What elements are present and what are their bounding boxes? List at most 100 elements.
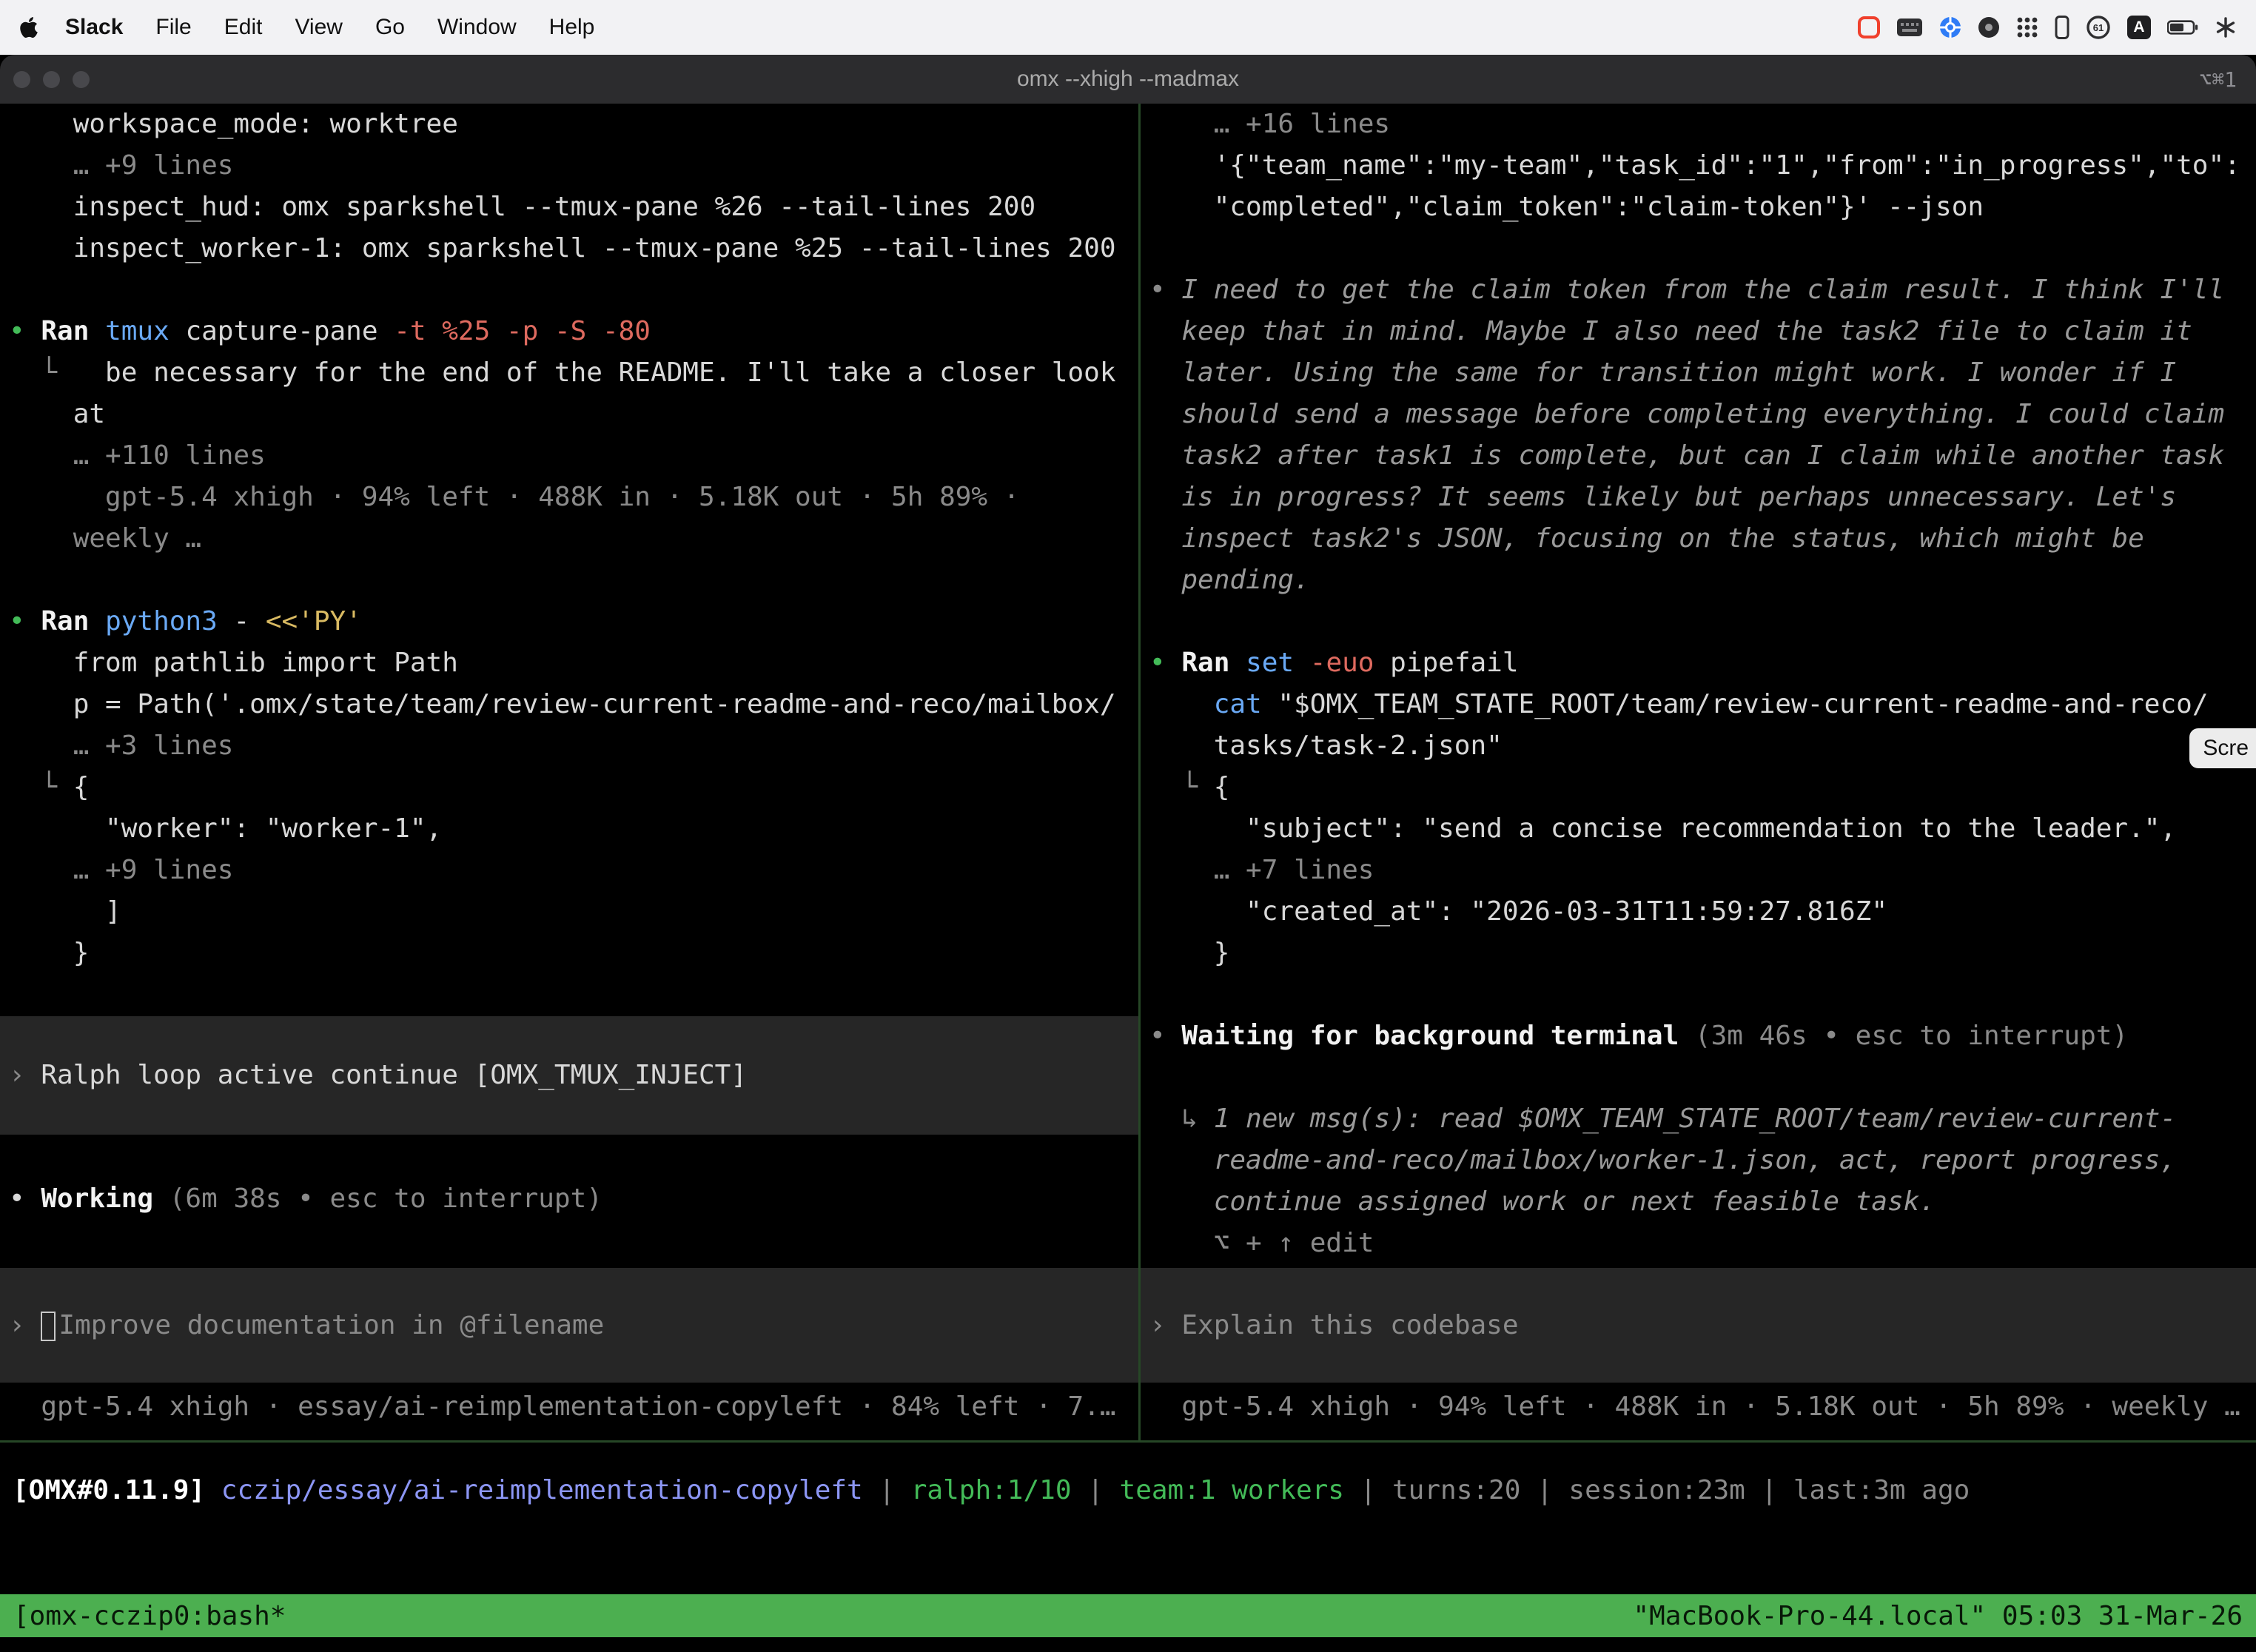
zoom-button[interactable] bbox=[73, 71, 90, 88]
terminal-line: continue assigned work or next feasible … bbox=[1149, 1181, 2256, 1223]
terminal-line: • Ran set -euo pipefail bbox=[1149, 642, 2256, 684]
terminal-line: '{"team_name":"my-team","task_id":"1","f… bbox=[1149, 145, 2256, 187]
window-title: omx --xhigh --madmax bbox=[1017, 67, 1239, 92]
terminal-line: "worker": "worker-1", bbox=[9, 808, 1138, 850]
text-segment: I need to get the claim token from the c… bbox=[1181, 275, 2224, 305]
terminal-line bbox=[9, 269, 1138, 311]
left-terminal-pane[interactable]: workspace_mode: worktree … +9 lines insp… bbox=[0, 104, 1138, 1440]
dots-grid-icon[interactable] bbox=[2016, 16, 2038, 38]
input-source-icon[interactable]: A bbox=[2127, 16, 2151, 39]
text-segment: Waiting for background terminal bbox=[1181, 1021, 1695, 1051]
text-segment: should send a message before completing … bbox=[1149, 399, 2224, 429]
prompt-input-right[interactable]: › Explain this codebase bbox=[1141, 1268, 2256, 1383]
iphone-mirroring-icon[interactable] bbox=[2055, 16, 2069, 39]
terminal-line: pending. bbox=[1149, 560, 2256, 601]
window-title-bar[interactable]: omx --xhigh --madmax ⌥⌘1 bbox=[0, 55, 2256, 104]
menu-bar-status-icons: 61 A bbox=[1858, 15, 2237, 40]
desktop: { "menubar": { "app_name": "Slack", "men… bbox=[0, 0, 2256, 1652]
text-segment: tasks/task-2.json" bbox=[1149, 731, 1503, 761]
battery-icon[interactable] bbox=[2167, 20, 2198, 35]
close-button[interactable] bbox=[13, 71, 30, 88]
text-segment: is in progress? It seems likely but perh… bbox=[1149, 482, 2176, 512]
terminal-line: inspect_worker-1: omx sparkshell --tmux-… bbox=[9, 228, 1138, 269]
terminal-line: ↳ 1 new msg(s): read $OMX_TEAM_STATE_ROO… bbox=[1149, 1098, 2256, 1140]
terminal-line: "completed","claim_token":"claim-token"}… bbox=[1149, 187, 2256, 228]
prompt-input-text: › Explain this codebase bbox=[1149, 1305, 1519, 1346]
terminal-line: keep that in mind. Maybe I also need the… bbox=[1149, 311, 2256, 352]
prompt-input-left[interactable]: › Improve documentation in @filename bbox=[0, 1268, 1138, 1383]
svg-text:61: 61 bbox=[2093, 22, 2104, 33]
text-segment: "created_at": "2026-03-31T11:59:27.816Z" bbox=[1149, 896, 1887, 927]
text-segment: continue assigned work or next feasible … bbox=[1149, 1186, 1936, 1217]
text-segment: later. Using the same for transition mig… bbox=[1149, 357, 2176, 388]
terminal-line: is in progress? It seems likely but perh… bbox=[1149, 477, 2256, 518]
text-segment: { bbox=[1214, 772, 1230, 802]
terminal-line: cat "$OMX_TEAM_STATE_ROOT/team/review-cu… bbox=[1149, 684, 2256, 725]
text-segment: › bbox=[9, 1310, 41, 1340]
text-segment: | bbox=[1745, 1475, 1793, 1505]
menu-item-file[interactable]: File bbox=[139, 0, 207, 55]
screen-recording-icon[interactable] bbox=[1858, 16, 1880, 38]
app-circle-icon[interactable] bbox=[1978, 16, 2000, 38]
text-segment: readme-and-reco/mailbox/worker-1.json, a… bbox=[1149, 1145, 2176, 1175]
text-segment: • bbox=[9, 1183, 41, 1214]
text-segment: p = Path('.omx/state/team/review-current… bbox=[9, 689, 1116, 719]
text-segment: capture-pane bbox=[185, 316, 394, 346]
terminal-line: readme-and-reco/mailbox/worker-1.json, a… bbox=[1149, 1140, 2256, 1181]
text-segment: "subject": "send a concise recommendatio… bbox=[1149, 813, 2176, 844]
keyboard-backlight-icon[interactable] bbox=[1896, 17, 1923, 38]
text-segment: 1 new msg(s): read $OMX_TEAM_STATE_ROOT/… bbox=[1214, 1104, 2176, 1134]
text-segment: weekly … bbox=[9, 523, 201, 554]
pinwheel-icon[interactable] bbox=[1939, 16, 1961, 38]
text-segment: … +7 lines bbox=[1149, 855, 1374, 885]
minimize-button[interactable] bbox=[43, 71, 60, 88]
text-segment: • bbox=[9, 606, 41, 637]
tmux-status-bar: [omx-cczip0:bash* "MacBook-Pro-44.local"… bbox=[0, 1594, 2256, 1637]
text-segment: (3m 46s • esc to interrupt) bbox=[1695, 1021, 2128, 1051]
window-shortcut-hint: ⌥⌘1 bbox=[2199, 55, 2237, 104]
spacer bbox=[9, 1220, 1138, 1268]
fan-icon[interactable] bbox=[2215, 16, 2237, 38]
text-segment: python3 bbox=[105, 606, 233, 637]
terminal-line: inspect task2's JSON, focusing on the st… bbox=[1149, 518, 2256, 560]
text-segment bbox=[1149, 689, 1214, 719]
text-segment: └ bbox=[9, 357, 105, 388]
text-segment: Ran bbox=[41, 606, 105, 637]
active-app-menu[interactable]: Slack bbox=[49, 15, 139, 40]
terminal-line: ⌥ + ↑ edit bbox=[1149, 1223, 2256, 1264]
text-segment: … +3 lines bbox=[9, 731, 233, 761]
text-segment: gpt-5.4 xhigh · essay/ai-reimplementatio… bbox=[9, 1391, 1116, 1422]
inject-banner: › Ralph loop active continue [OMX_TMUX_I… bbox=[0, 1016, 1138, 1135]
text-segment: "completed","claim_token":"claim-token"}… bbox=[1149, 192, 1984, 222]
terminal-line: ] bbox=[9, 891, 1138, 933]
terminal-line: … +9 lines bbox=[9, 145, 1138, 187]
text-segment: (6m 38s • esc to interrupt) bbox=[169, 1183, 602, 1214]
battery-gauge-icon[interactable]: 61 bbox=[2086, 15, 2111, 40]
terminal-line: … +9 lines bbox=[9, 850, 1138, 891]
text-segment: | bbox=[1072, 1475, 1120, 1505]
menu-item-help[interactable]: Help bbox=[533, 0, 611, 55]
terminal-line: tasks/task-2.json" bbox=[1149, 725, 2256, 767]
menu-item-view[interactable]: View bbox=[278, 0, 358, 55]
menu-item-window[interactable]: Window bbox=[421, 0, 533, 55]
menu-item-go[interactable]: Go bbox=[359, 0, 421, 55]
screenshot-notification[interactable]: Scre bbox=[2189, 728, 2256, 768]
apple-menu-icon[interactable] bbox=[19, 15, 41, 40]
inject-banner-text: › Ralph loop active continue [OMX_TMUX_I… bbox=[9, 1055, 747, 1096]
text-segment: › bbox=[1149, 1310, 1181, 1340]
text-segment: cat bbox=[1214, 689, 1278, 719]
text-segment: gpt-5.4 xhigh · 94% left · 488K in · 5.1… bbox=[1149, 1391, 2240, 1422]
text-segment: ⌥ + ↑ edit bbox=[1149, 1228, 1374, 1258]
right-terminal-pane[interactable]: … +16 lines '{"team_name":"my-team","tas… bbox=[1141, 104, 2256, 1440]
terminal-line: • I need to get the claim token from the… bbox=[1149, 269, 2256, 311]
terminal-line: gpt-5.4 xhigh · 94% left · 488K in · 5.1… bbox=[9, 477, 1138, 518]
menu-item-edit[interactable]: Edit bbox=[208, 0, 279, 55]
text-segment: pending. bbox=[1149, 565, 1310, 595]
text-segment: [OMX#0.11.9] bbox=[13, 1475, 221, 1505]
text-segment: tmux bbox=[105, 316, 185, 346]
terminal-line: from pathlib import Path bbox=[9, 642, 1138, 684]
text-segment: - bbox=[233, 606, 265, 637]
text-segment: Ralph loop active continue [OMX_TMUX_INJ… bbox=[41, 1060, 747, 1090]
text-segment: inspect_worker-1: omx sparkshell --tmux-… bbox=[9, 233, 1116, 263]
text-segment: └ bbox=[9, 772, 73, 802]
